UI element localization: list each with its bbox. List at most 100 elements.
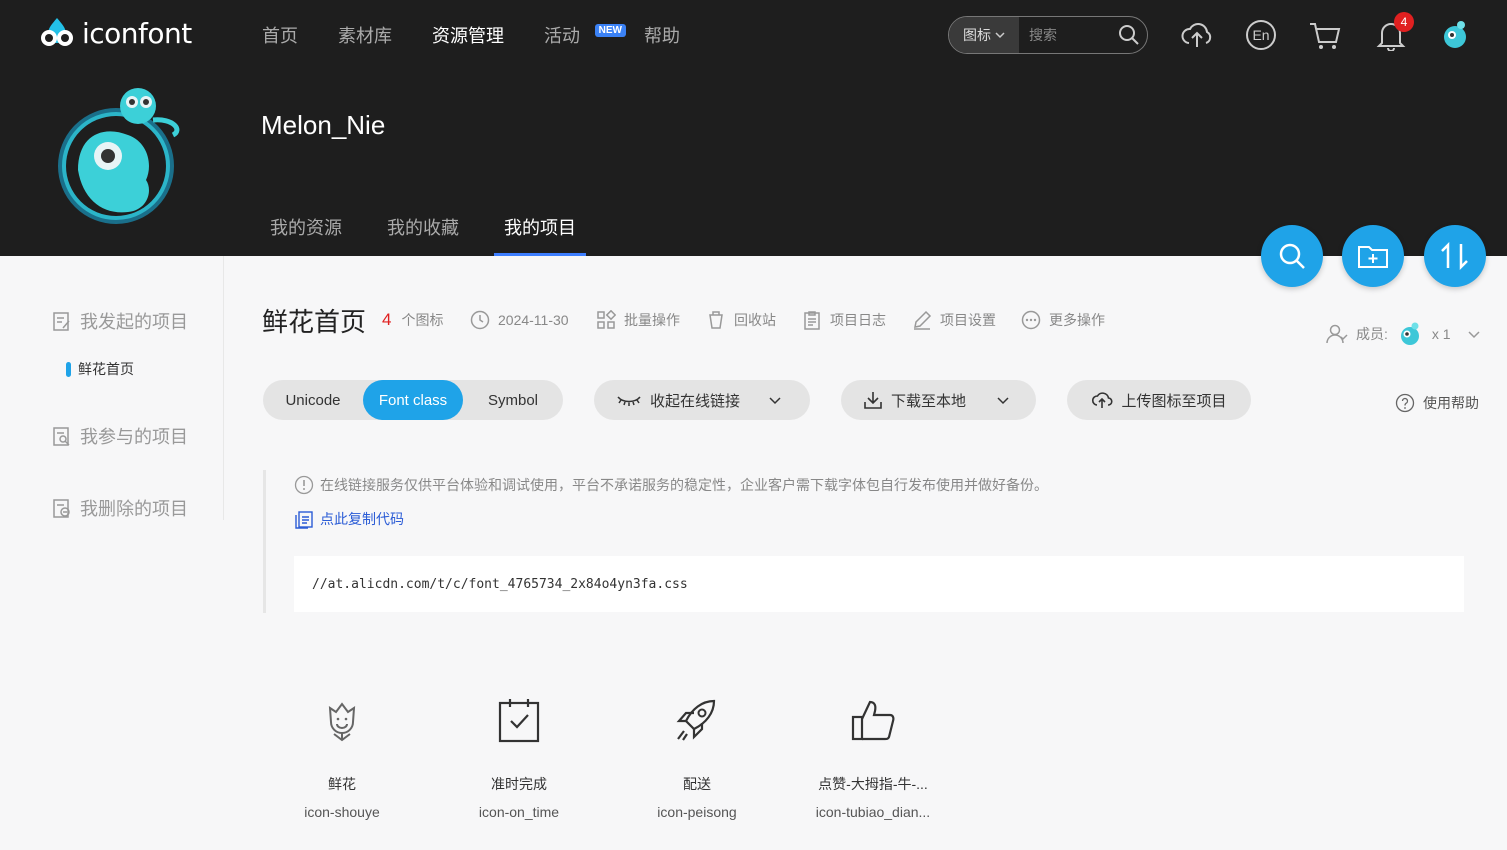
more-operations-button[interactable]: 更多操作 xyxy=(1021,310,1105,330)
search-input[interactable] xyxy=(1019,27,1111,43)
avatar-icon xyxy=(1444,21,1466,48)
icon-preview xyxy=(612,690,782,750)
cloud-upload-icon xyxy=(1181,23,1212,47)
search-bar: 图标 xyxy=(948,16,1148,54)
members-label: 成员: xyxy=(1356,326,1388,342)
sidebar-project-current[interactable]: 鲜花首页 xyxy=(66,359,134,379)
sidebar-item-created-projects[interactable]: 我发起的项目 xyxy=(52,308,188,334)
search-icon xyxy=(1119,25,1139,45)
active-indicator xyxy=(66,361,71,377)
format-unicode-button[interactable]: Unicode xyxy=(263,380,363,420)
profile-tabs: 我的资源 我的收藏 我的项目 xyxy=(270,214,621,256)
more-operations-label: 更多操作 xyxy=(1049,312,1105,328)
project-settings-button[interactable]: 项目设置 xyxy=(912,310,996,330)
code-format-selector: Unicode Font class Symbol xyxy=(263,380,563,420)
folder-add-icon xyxy=(1358,246,1388,268)
icon-card[interactable]: 鲜花 icon-shouye xyxy=(257,690,427,820)
search-type-select[interactable]: 图标 xyxy=(949,17,1019,53)
tab-my-resources[interactable]: 我的资源 xyxy=(270,214,342,256)
flower-icon xyxy=(328,702,356,742)
sidebar-item-deleted-projects[interactable]: 我删除的项目 xyxy=(52,495,188,521)
copy-code-link[interactable]: 点此复制代码 xyxy=(294,509,404,529)
icon-preview xyxy=(788,690,958,750)
eye-closed-icon xyxy=(617,396,641,406)
search-icon xyxy=(1279,243,1305,269)
nav-activity-label: 活动 xyxy=(544,26,580,46)
usage-help-label: 使用帮助 xyxy=(1423,395,1479,411)
nav-home[interactable]: 首页 xyxy=(262,22,298,48)
recycle-icon xyxy=(709,311,723,329)
sort-icon xyxy=(1441,242,1468,270)
grid-icon xyxy=(597,310,616,329)
upload-icons-button[interactable]: 上传图标至项目 xyxy=(1067,380,1251,420)
icon-card[interactable]: 配送 icon-peisong xyxy=(612,690,782,820)
usage-help-link[interactable]: 使用帮助 xyxy=(1395,393,1479,413)
members-dropdown[interactable]: 成员: x 1 xyxy=(1326,320,1481,348)
search-type-label: 图标 xyxy=(963,27,991,43)
search-button[interactable] xyxy=(1111,24,1147,46)
icon-name: 鲜花 xyxy=(328,776,356,792)
sidebar-project-label: 鲜花首页 xyxy=(78,361,134,377)
icon-name: 配送 xyxy=(683,776,711,792)
sort-button[interactable] xyxy=(1424,225,1486,287)
icon-count: 4 个图标 xyxy=(382,310,443,330)
nav-material[interactable]: 素材库 xyxy=(338,22,392,48)
css-link-code[interactable]: //at.alicdn.com/t/c/font_4765734_2x84o4y… xyxy=(294,556,1464,612)
format-symbol-button[interactable]: Symbol xyxy=(463,380,563,420)
rocket-icon xyxy=(676,699,716,741)
collapse-online-link-button[interactable]: 收起在线链接 xyxy=(594,380,810,420)
chevron-down-icon xyxy=(769,397,781,405)
service-notice-text: 在线链接服务仅供平台体验和调试使用，平台不承诺服务的稳定性，企业客户需下载字体包… xyxy=(320,477,1048,493)
sidebar-item-joined-projects[interactable]: 我参与的项目 xyxy=(52,423,188,449)
top-header: iconfont 首页 素材库 资源管理 活动 NEW 帮助 图标 En 4 xyxy=(0,0,1507,256)
project-date: 2024-11-30 xyxy=(470,310,569,330)
profile-avatar[interactable] xyxy=(58,80,188,230)
nav-activity[interactable]: 活动 NEW xyxy=(544,22,626,48)
cart-button[interactable] xyxy=(1308,18,1342,52)
icon-card[interactable]: 准时完成 icon-on_time xyxy=(434,690,604,820)
thumbs-up-icon xyxy=(851,700,895,741)
clock-icon xyxy=(470,310,490,330)
icon-card[interactable]: 点赞-大拇指-牛-... icon-tubiao_dian... xyxy=(788,690,958,820)
tab-my-favorites[interactable]: 我的收藏 xyxy=(387,214,459,256)
recycle-bin-button[interactable]: 回收站 xyxy=(706,310,776,330)
upload-label: 上传图标至项目 xyxy=(1121,392,1227,410)
icon-code-name: icon-tubiao_dian... xyxy=(815,804,931,820)
language-button[interactable]: En xyxy=(1244,18,1278,52)
avatar-chameleon-icon xyxy=(58,88,180,224)
project-log-button[interactable]: 项目日志 xyxy=(802,310,886,330)
nav-help[interactable]: 帮助 xyxy=(644,22,680,48)
batch-operation-label: 批量操作 xyxy=(624,312,680,328)
cart-icon xyxy=(1310,23,1341,49)
sidebar-item-label: 我删除的项目 xyxy=(80,499,188,519)
notifications-button[interactable]: 4 xyxy=(1374,12,1414,52)
iconfont-logo[interactable]: iconfont xyxy=(38,16,192,50)
notification-count-badge: 4 xyxy=(1394,12,1414,32)
nav-resources[interactable]: 资源管理 xyxy=(432,22,504,48)
tab-my-projects[interactable]: 我的项目 xyxy=(494,214,586,256)
online-link-panel: 在线链接服务仅供平台体验和调试使用，平台不承诺服务的稳定性，企业客户需下载字体包… xyxy=(263,470,1473,613)
document-search-icon xyxy=(53,427,70,446)
upload-cloud-button[interactable] xyxy=(1180,18,1214,52)
project-date-text: 2024-11-30 xyxy=(498,312,569,328)
new-badge: NEW xyxy=(594,24,626,37)
icon-code-name: icon-on_time xyxy=(478,804,560,820)
user-avatar-small[interactable] xyxy=(1438,18,1472,52)
members-icon xyxy=(1326,324,1348,344)
svg-text:En: En xyxy=(1252,27,1269,43)
format-font-class-button[interactable]: Font class xyxy=(363,380,463,420)
chevron-down-icon xyxy=(1468,331,1480,339)
copy-code-label: 点此复制代码 xyxy=(320,511,404,527)
language-en-icon: En xyxy=(1246,20,1276,50)
new-project-button[interactable] xyxy=(1342,225,1404,287)
download-local-button[interactable]: 下载至本地 xyxy=(841,380,1036,420)
logo-text: iconfont xyxy=(82,16,192,50)
download-icon xyxy=(864,392,882,409)
icon-name: 准时完成 xyxy=(491,776,547,792)
copy-icon xyxy=(295,511,313,529)
search-project-button[interactable] xyxy=(1261,225,1323,287)
question-icon xyxy=(1395,393,1415,413)
batch-operation-button[interactable]: 批量操作 xyxy=(596,310,680,330)
logo-icon xyxy=(41,18,73,46)
members-count: x 1 xyxy=(1431,326,1451,342)
